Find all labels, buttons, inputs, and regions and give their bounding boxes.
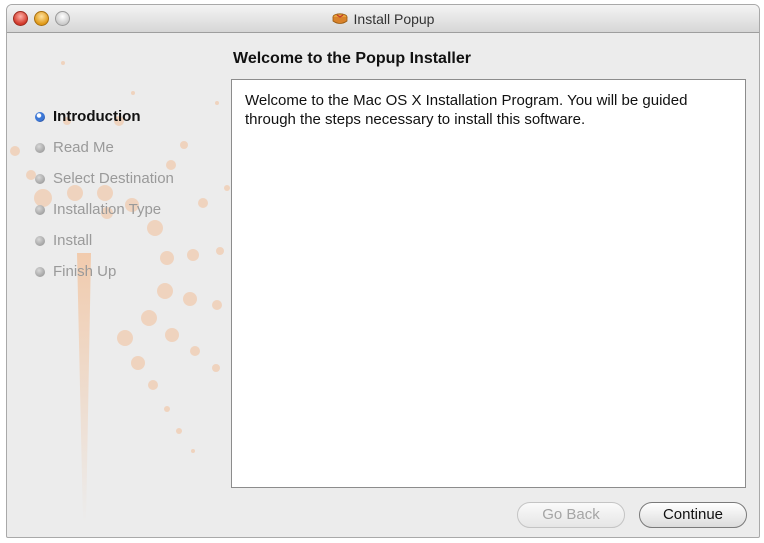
welcome-text: Welcome to the Mac OS X Installation Pro… bbox=[245, 92, 688, 128]
go-back-button[interactable]: Go Back bbox=[517, 502, 625, 528]
window-title-wrap: Install Popup bbox=[7, 11, 759, 27]
step-read-me: Read Me bbox=[35, 139, 174, 170]
title-bar[interactable]: Install Popup bbox=[7, 5, 759, 33]
step-select-destination: Select Destination bbox=[35, 170, 174, 201]
step-bullet-icon bbox=[35, 143, 45, 153]
installer-window: Install Popup Welcome to the Popup Insta… bbox=[6, 4, 760, 538]
content-panel[interactable]: Welcome to the Mac OS X Installation Pro… bbox=[231, 79, 746, 488]
step-bullet-icon bbox=[35, 267, 45, 277]
install-steps-list: Introduction Read Me Select Destination … bbox=[35, 108, 174, 294]
step-current-bullet-icon bbox=[35, 112, 45, 122]
page-heading: Welcome to the Popup Installer bbox=[233, 50, 471, 67]
continue-button[interactable]: Continue bbox=[639, 502, 747, 528]
step-bullet-icon bbox=[35, 174, 45, 184]
step-introduction: Introduction bbox=[35, 108, 174, 139]
step-installation-type: Installation Type bbox=[35, 201, 174, 232]
step-install: Install bbox=[35, 232, 174, 263]
step-label: Read Me bbox=[53, 139, 114, 156]
step-finish-up: Finish Up bbox=[35, 263, 174, 294]
step-label: Installation Type bbox=[53, 201, 162, 218]
step-label: Introduction bbox=[53, 108, 141, 125]
step-label: Finish Up bbox=[53, 263, 117, 280]
step-bullet-icon bbox=[35, 205, 45, 215]
step-label: Install bbox=[53, 232, 93, 249]
window-title: Install Popup bbox=[353, 11, 435, 27]
installer-package-icon bbox=[332, 13, 347, 24]
step-bullet-icon bbox=[35, 236, 45, 246]
step-label: Select Destination bbox=[53, 170, 174, 187]
